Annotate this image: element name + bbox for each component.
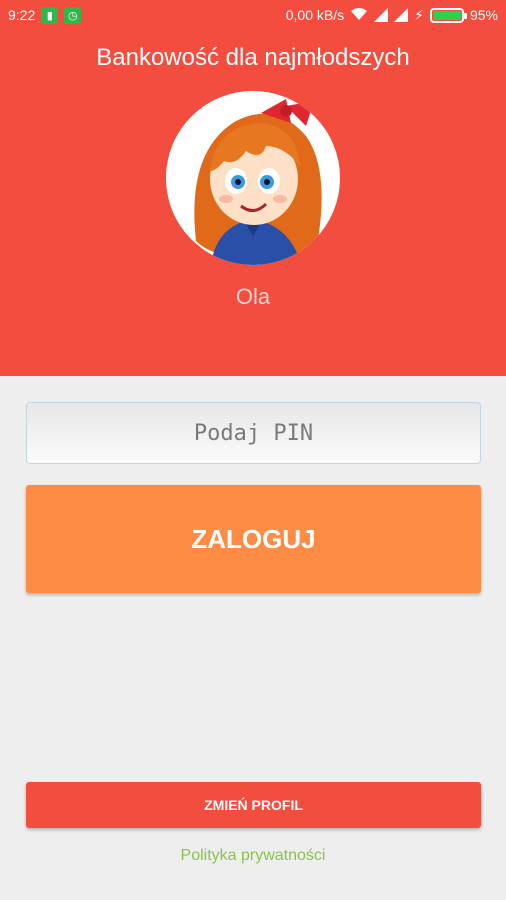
sim-icon: ▮ bbox=[41, 6, 59, 24]
signal-icon bbox=[394, 8, 409, 22]
profile-avatar[interactable] bbox=[166, 91, 340, 265]
network-speed: 0,00 kB/s bbox=[285, 7, 345, 23]
girl-avatar-illustration bbox=[166, 91, 340, 265]
status-bar: 9:22 ▮ ◷ 0,00 kB/s ⚡ 95% bbox=[0, 0, 506, 30]
privacy-policy-link[interactable]: Polityka prywatności bbox=[0, 847, 506, 865]
header: Bankowość dla najmłodszych Ola bbox=[0, 30, 506, 376]
clock-icon: ◷ bbox=[64, 6, 82, 24]
change-profile-button[interactable]: ZMIEŃ PROFIL bbox=[26, 782, 481, 828]
battery-icon bbox=[429, 7, 467, 23]
wifi-icon bbox=[350, 7, 368, 24]
battery-percent: 95% bbox=[469, 7, 498, 23]
charging-icon: ⚡ bbox=[414, 6, 424, 23]
app-title: Bankowość dla najmłodszych bbox=[96, 44, 410, 71]
pin-input[interactable] bbox=[26, 402, 481, 464]
profile-name: Ola bbox=[235, 284, 271, 309]
clock-time: 9:22 bbox=[8, 7, 36, 23]
battery-fill bbox=[432, 10, 462, 20]
signal-icon bbox=[374, 8, 389, 22]
login-button[interactable]: ZALOGUJ bbox=[26, 485, 481, 593]
